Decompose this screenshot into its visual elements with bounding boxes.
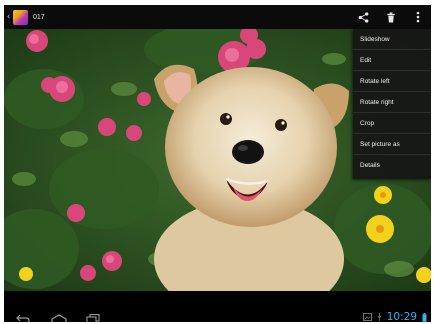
more-vert-icon bbox=[416, 11, 419, 23]
status-area[interactable]: 10:29 bbox=[362, 311, 427, 322]
gallery-notification-icon bbox=[362, 313, 372, 321]
chevron-left-icon[interactable]: ‹ bbox=[5, 12, 12, 22]
device-screen: ‹ 017 Slideshow Edit Rotate left Rotate … bbox=[4, 5, 431, 322]
back-button[interactable] bbox=[16, 309, 30, 322]
menu-item-rotate-left[interactable]: Rotate left bbox=[353, 71, 431, 92]
recents-icon bbox=[86, 314, 100, 322]
menu-item-edit[interactable]: Edit bbox=[353, 50, 431, 71]
album-title[interactable]: 017 bbox=[33, 14, 45, 21]
home-button[interactable] bbox=[51, 309, 67, 322]
overflow-menu: Slideshow Edit Rotate left Rotate right … bbox=[353, 29, 431, 179]
clock: 10:29 bbox=[386, 311, 417, 322]
navigation-bar: 10:29 bbox=[4, 291, 431, 322]
usb-icon bbox=[377, 313, 382, 321]
action-bar: ‹ 017 bbox=[4, 5, 431, 29]
share-button[interactable] bbox=[350, 5, 377, 29]
menu-item-details[interactable]: Details bbox=[353, 155, 431, 176]
trash-icon bbox=[386, 11, 395, 23]
menu-item-crop[interactable]: Crop bbox=[353, 113, 431, 134]
menu-item-rotate-right[interactable]: Rotate right bbox=[353, 92, 431, 113]
menu-item-slideshow[interactable]: Slideshow bbox=[353, 29, 431, 50]
delete-button[interactable] bbox=[377, 5, 404, 29]
gallery-icon[interactable] bbox=[13, 9, 28, 25]
recents-button[interactable] bbox=[86, 309, 100, 322]
menu-item-set-picture-as[interactable]: Set picture as bbox=[353, 134, 431, 155]
home-icon bbox=[51, 314, 67, 322]
overflow-menu-button[interactable] bbox=[404, 5, 431, 29]
battery-icon bbox=[422, 312, 427, 322]
share-icon bbox=[358, 11, 369, 23]
back-icon bbox=[16, 314, 30, 322]
action-bar-buttons bbox=[350, 5, 431, 29]
